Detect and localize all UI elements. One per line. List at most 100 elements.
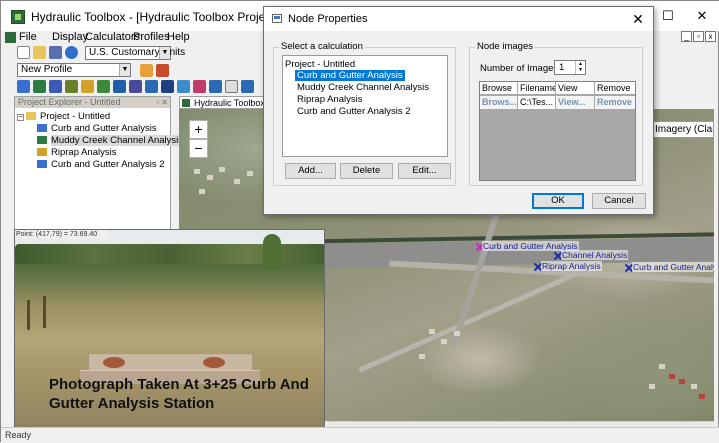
menu-help[interactable]: Help [167,31,190,43]
node-images-title: Node images [475,41,535,52]
filename-cell[interactable]: C:\Tes... [518,96,556,109]
tree-item-riprap[interactable]: Riprap Analysis [37,147,116,159]
riprap-calc-icon[interactable] [81,80,94,93]
hydrograph-calc-icon[interactable] [177,80,190,93]
calc-tree-item[interactable]: Muddy Creek Channel Analysis [297,82,429,93]
collapse-icon[interactable]: − [17,114,24,121]
menu-file[interactable]: File [19,31,37,43]
channel-calc-icon[interactable] [33,80,46,93]
culvert-calc-icon[interactable] [65,80,78,93]
weir-calc-icon[interactable] [49,80,62,93]
new-file-icon[interactable] [17,46,30,59]
detention-calc-icon[interactable] [145,80,158,93]
mdi-window-controls: _ ▫ x [681,31,716,44]
map-label: Channel Analysis [561,250,629,260]
number-of-images-value: 1 [559,62,565,73]
chevron-down-icon: ▼ [119,64,130,76]
grid-header-view[interactable]: View [556,82,595,95]
add-button[interactable]: Add... [285,163,336,179]
edit-button[interactable]: Edit... [398,163,451,179]
dialog-window-icon [272,14,282,23]
remove-cell-button[interactable]: Remove [595,96,635,109]
calc-tree-item[interactable]: Riprap Analysis [297,94,362,105]
map-icon[interactable] [241,80,254,93]
calculation-tree[interactable]: Project - Untitled Curb and Gutter Analy… [282,55,448,157]
dialog-title-bar: Node Properties ✕ [264,7,653,31]
zoom-in-button[interactable]: + [189,120,208,139]
building [419,354,425,359]
plot-icon[interactable] [209,80,222,93]
mdi-close-button[interactable]: x [705,31,716,42]
browse-cell-button[interactable]: Brows... [480,96,518,109]
cancel-button[interactable]: Cancel [592,193,646,209]
map-label: Riprap Analysis [541,261,602,271]
mdi-restore-button[interactable]: ▫ [693,31,704,42]
fence-post [43,296,46,328]
report-icon[interactable] [193,80,206,93]
curb-gutter-calc-icon[interactable] [17,80,30,93]
calc-tree-item-selected[interactable]: Curb and Gutter Analysis [295,70,405,81]
building [247,171,253,176]
node-images-group: Node images Number of Images: 1 ▲ ▼ Brow… [469,41,643,186]
document-tab[interactable]: Hydraulic Toolbox Pro [179,96,269,109]
calc-tree-root[interactable]: Project - Untitled [285,59,355,70]
inlet-calc-icon[interactable] [161,80,174,93]
app-title: Hydraulic Toolbox - [Hydraulic Toolbox P… [31,10,279,24]
photo-caption: Photograph Taken At 3+25 Curb And Gutter… [49,376,309,412]
tree-item-curb-gutter[interactable]: Curb and Gutter Analysis [37,123,157,135]
grid-header-filename[interactable]: Filename [518,82,556,95]
rational-calc-icon[interactable] [97,80,110,93]
profile-select[interactable]: New Profile ▼ [17,63,131,77]
save-icon[interactable] [49,46,62,59]
menu-display[interactable]: Display [52,31,88,43]
scour-calc-icon[interactable] [129,80,142,93]
tree-root-item[interactable]: − Project - Untitled [17,111,110,123]
building [234,179,240,184]
tree-item-muddy-creek[interactable]: Muddy Creek Channel Analysis [37,135,184,147]
number-of-images-label: Number of Images: [480,63,561,74]
photo-coordinate-readout: Point: (417,79) = 73.69.40 [15,230,107,239]
building [199,189,205,194]
maximize-button[interactable]: ☐ [654,7,682,25]
curb-gutter-icon [37,160,47,169]
delete-button[interactable]: Delete [340,163,393,179]
tree [263,234,281,270]
help-icon[interactable] [65,46,78,59]
building [699,394,705,399]
profile-manage-icon[interactable] [140,64,153,77]
ok-button[interactable]: OK [532,193,584,209]
view-cell-button[interactable]: View... [556,96,595,109]
calc-tree-item[interactable]: Curb and Gutter Analysis 2 [297,106,411,117]
number-of-images-stepper[interactable]: 1 ▲ ▼ [554,60,586,75]
tree-item-label: Curb and Gutter Analysis [51,123,157,134]
building [691,384,697,389]
units-select[interactable]: U.S. Customary Units ▼ [85,46,185,60]
dialog-close-button[interactable]: ✕ [628,10,648,28]
inlet-opening [203,357,225,368]
open-folder-icon[interactable] [33,46,46,59]
building [441,339,447,344]
menu-profiles[interactable]: Profiles [133,31,170,43]
tree-item-label: Riprap Analysis [51,147,117,158]
chevron-down-icon[interactable]: ▼ [576,67,585,73]
project-explorer: Project Explorer - Untitled ▫ ✕ − Project… [14,96,184,231]
mdi-minimize-button[interactable]: _ [681,31,692,42]
document-menu-icon[interactable] [5,32,16,43]
grid-header-remove[interactable]: Remove [595,82,635,95]
notes-icon[interactable] [225,80,238,93]
site-photograph: Point: (417,79) = 73.69.40 Photograph Ta… [14,229,325,432]
tree-item-curb-gutter-2[interactable]: Curb and Gutter Analysis 2 [37,159,165,171]
building [194,169,200,174]
zoom-out-button[interactable]: − [189,139,208,158]
pin-close-icon[interactable]: ▫ ✕ [156,97,168,108]
profile-delete-icon[interactable] [156,64,169,77]
bridge-calc-icon[interactable] [113,80,126,93]
menu-calculators[interactable]: Calculators [85,31,140,43]
inlet-opening [103,357,125,368]
grid-header-browse[interactable]: Browse [480,82,518,95]
units-select-value: U.S. Customary Units [89,47,186,58]
riprap-icon [37,148,47,157]
app-icon [182,99,190,107]
stepper-buttons[interactable]: ▲ ▼ [575,61,585,74]
close-button[interactable]: ✕ [688,7,716,25]
